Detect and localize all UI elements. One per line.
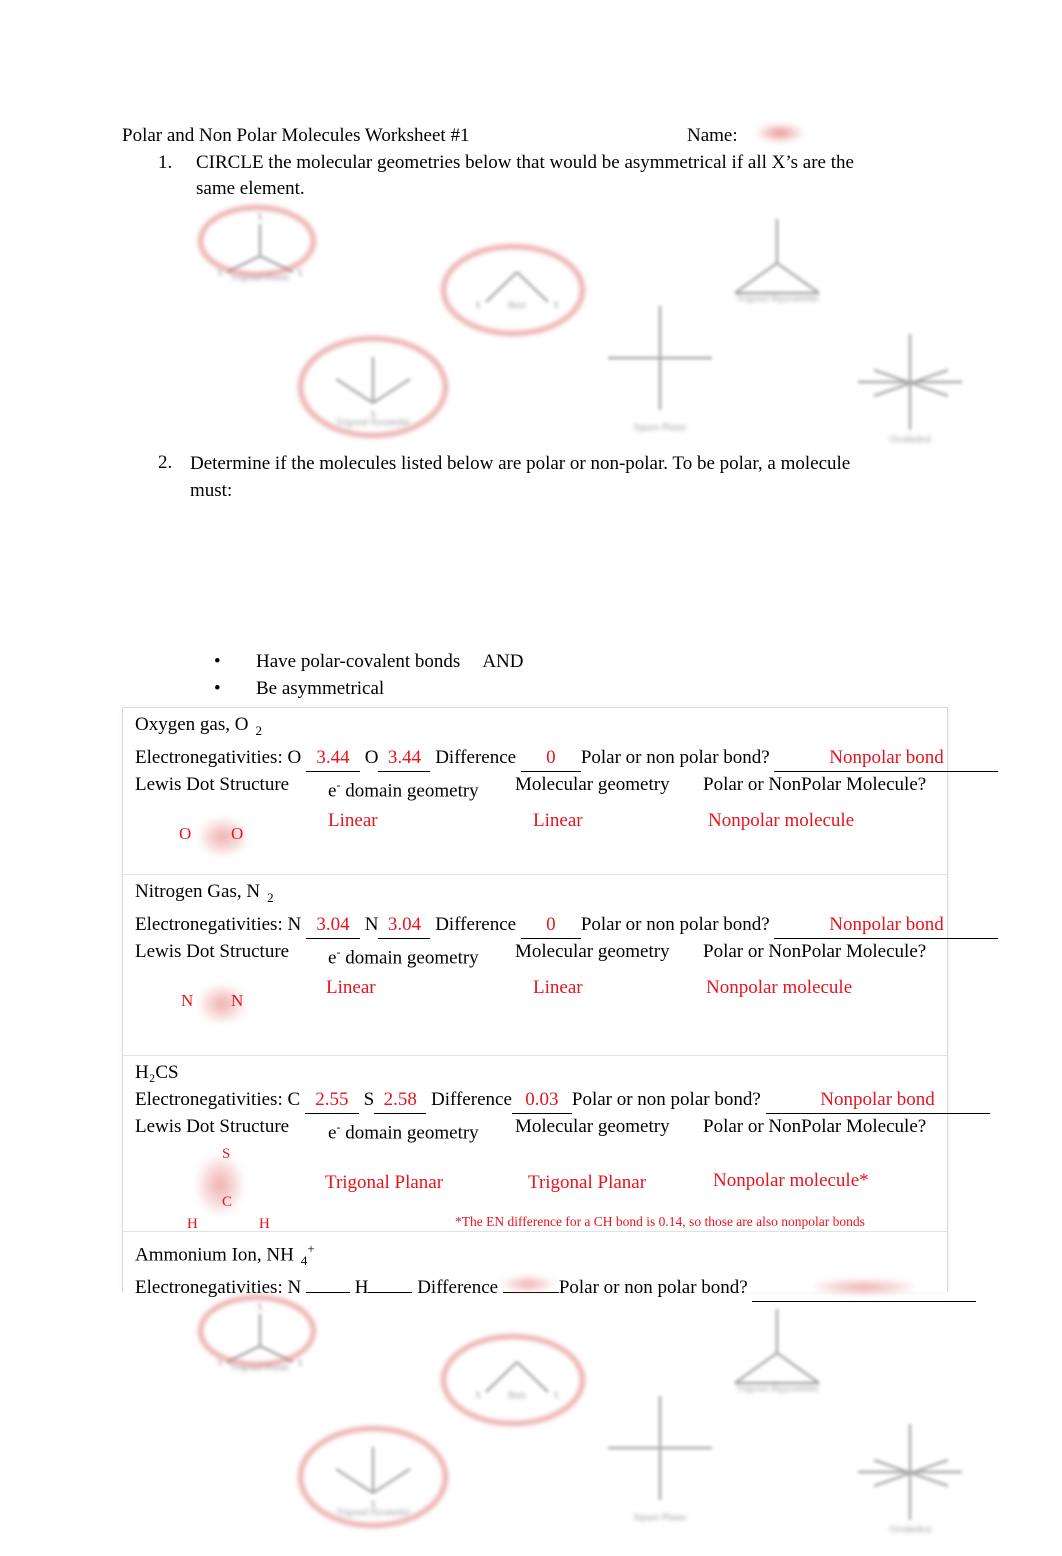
col-header-lewis: Lewis Dot Structure bbox=[135, 773, 290, 795]
en-label: Electronegativities: bbox=[135, 913, 283, 935]
geometry-square-planar[interactable]: Square Planar bbox=[600, 300, 720, 432]
geometry-trigonal-planar[interactable]: X X X Trigonal Planar bbox=[205, 1300, 315, 1390]
svg-text:X: X bbox=[257, 1302, 264, 1312]
geometry-trigonal-bipyramidal[interactable]: Trigonal Bipyramidal bbox=[715, 1305, 840, 1405]
molecule-name: H₂CS bbox=[123, 1056, 947, 1086]
electronegativity-line: Electronegativities: N 3.04 N 3.04 Differ… bbox=[123, 911, 999, 939]
bond-answer[interactable]: Nonpolar bond bbox=[774, 911, 999, 939]
geometry-diagram-group-top: X X X Trigonal Planar X X Bent X Trigona… bbox=[0, 0, 1062, 450]
lewis-atom-right: N bbox=[231, 990, 244, 1010]
answer-row: O O Linear Linear Nonpolar molecule bbox=[123, 800, 947, 878]
domain-geometry-answer[interactable]: Linear bbox=[328, 810, 378, 832]
svg-text:X: X bbox=[475, 1390, 482, 1400]
molecule-subscript: 2 bbox=[267, 889, 274, 905]
bond-question: Polar or non polar bond? bbox=[580, 746, 770, 768]
en-1-value[interactable]: 3.44 bbox=[305, 744, 360, 772]
svg-text:X: X bbox=[217, 1358, 224, 1368]
polarity-answer[interactable]: Nonpolar molecule bbox=[706, 977, 852, 999]
geometry-label: Trigonal Bipyramidal bbox=[736, 293, 819, 303]
geometry-label: Octahedral bbox=[889, 434, 932, 444]
bullet-icon: • bbox=[214, 678, 221, 699]
list-item: • Be asymmetrical bbox=[214, 676, 524, 702]
column-headers: Lewis Dot Structure e- domain geometry M… bbox=[123, 772, 947, 801]
geometry-label: Bent bbox=[508, 1390, 526, 1400]
molecule-name: Nitrogen Gas, N 2 bbox=[123, 875, 947, 911]
geometry-square-planar[interactable]: Square Planar bbox=[600, 1390, 720, 1522]
domain-geometry-answer[interactable]: Linear bbox=[326, 977, 376, 999]
table-row: Nitrogen Gas, N 2 Electronegativities: N … bbox=[123, 875, 999, 1059]
bullet-suffix: AND bbox=[482, 651, 524, 672]
bullet-icon: • bbox=[214, 651, 221, 672]
molecule-subscript: 2 bbox=[255, 722, 262, 738]
svg-text:X: X bbox=[553, 300, 560, 310]
svg-text:X: X bbox=[297, 1358, 304, 1368]
geometry-bent[interactable]: X X Bent bbox=[462, 1342, 572, 1422]
worksheet-page: Polar and Non Polar Molecules Worksheet … bbox=[0, 0, 1062, 1556]
geometry-label: Trigonal Planar bbox=[230, 272, 290, 282]
geometry-trigonal-pyramidal[interactable]: X Trigonal Pyramidal bbox=[318, 1435, 428, 1525]
lewis-atom-left: O bbox=[179, 823, 192, 843]
table-row: Oxygen gas, O 2 Electronegativities: O 3.… bbox=[123, 708, 999, 878]
atom-1-symbol: O bbox=[287, 746, 302, 768]
geometry-diagram-group-bottom: X X X Trigonal Planar X X Bent X Trigona… bbox=[0, 1090, 1062, 1556]
atom-1-symbol: N bbox=[287, 913, 302, 935]
geometry-trigonal-pyramidal[interactable]: X Trigonal Pyramidal bbox=[318, 345, 428, 435]
en-2-value[interactable]: 3.44 bbox=[378, 744, 431, 772]
svg-text:X: X bbox=[475, 300, 482, 310]
geometry-label: Octahedral bbox=[889, 1524, 932, 1534]
en-2-value[interactable]: 3.04 bbox=[378, 911, 431, 939]
molecule-title: H₂CS bbox=[135, 1062, 179, 1083]
atom-2-symbol: N bbox=[364, 913, 379, 935]
molecule-title: Nitrogen Gas, N bbox=[135, 881, 261, 902]
electronegativity-line: Electronegativities: O 3.44 O 3.44 Differ… bbox=[123, 744, 999, 772]
difference-value[interactable]: 0 bbox=[520, 911, 581, 939]
svg-text:X: X bbox=[217, 268, 224, 278]
question-2-text: Determine if the molecules listed below … bbox=[190, 453, 851, 501]
difference-value[interactable]: 0 bbox=[520, 744, 581, 772]
column-headers: Lewis Dot Structure e- domain geometry M… bbox=[123, 939, 947, 968]
answer-row: N N Linear Linear Nonpolar molecule bbox=[123, 967, 947, 1059]
geometry-label: Bent bbox=[508, 300, 526, 310]
geometry-label: Trigonal Pyramidal bbox=[336, 417, 410, 427]
bullet-text: Have polar-covalent bonds bbox=[256, 651, 461, 672]
geometry-label: Square Planar bbox=[633, 1512, 687, 1522]
geometry-label: Trigonal Bipyramidal bbox=[736, 1383, 819, 1393]
col-header-lewis: Lewis Dot Structure bbox=[135, 940, 290, 962]
atom-2-symbol: O bbox=[364, 746, 379, 768]
geometry-label: Trigonal Pyramidal bbox=[336, 1507, 410, 1517]
molecule-name: Oxygen gas, O 2 bbox=[123, 708, 947, 744]
difference-label: Difference bbox=[435, 746, 517, 768]
geometry-trigonal-planar[interactable]: X X X Trigonal Planar bbox=[205, 210, 315, 300]
svg-text:X: X bbox=[553, 1390, 560, 1400]
lewis-atom-left: N bbox=[181, 990, 194, 1010]
bond-question: Polar or non polar bond? bbox=[580, 913, 770, 935]
lewis-structure-n2: N N bbox=[173, 984, 293, 1025]
en-label: Electronegativities: bbox=[135, 746, 283, 768]
molecular-geometry-answer[interactable]: Linear bbox=[533, 977, 583, 999]
col-header-polarity: Polar or NonPolar Molecule? bbox=[703, 773, 927, 795]
svg-text:X: X bbox=[297, 268, 304, 278]
geometry-bent[interactable]: X X Bent bbox=[462, 252, 572, 332]
geometry-octahedral[interactable]: Octahedral bbox=[848, 1420, 973, 1535]
bullet-text: Be asymmetrical bbox=[256, 678, 385, 699]
en-1-value[interactable]: 3.04 bbox=[305, 911, 360, 939]
polarity-answer[interactable]: Nonpolar molecule bbox=[708, 810, 854, 832]
geometry-trigonal-bipyramidal[interactable]: Trigonal Bipyramidal bbox=[715, 215, 840, 315]
bond-answer[interactable]: Nonpolar bond bbox=[774, 744, 999, 772]
molecule-title: Oxygen gas, O bbox=[135, 714, 249, 735]
geometry-octahedral[interactable]: Octahedral bbox=[848, 330, 973, 445]
col-header-polarity: Polar or NonPolar Molecule? bbox=[703, 940, 927, 962]
lewis-atom-right: O bbox=[231, 823, 244, 843]
col-header-molecular: Molecular geometry bbox=[515, 940, 670, 962]
list-item: • Have polar-covalent bonds AND bbox=[214, 649, 524, 675]
geometry-label: Square Planar bbox=[633, 422, 687, 432]
lewis-structure-o2: O O bbox=[171, 817, 291, 858]
difference-label: Difference bbox=[435, 913, 517, 935]
geometry-label: Trigonal Planar bbox=[230, 1362, 290, 1372]
polarity-criteria-list: • Have polar-covalent bonds AND • Be asym… bbox=[214, 649, 524, 703]
molecular-geometry-answer[interactable]: Linear bbox=[533, 810, 583, 832]
col-header-molecular: Molecular geometry bbox=[515, 773, 670, 795]
svg-text:X: X bbox=[257, 212, 264, 222]
